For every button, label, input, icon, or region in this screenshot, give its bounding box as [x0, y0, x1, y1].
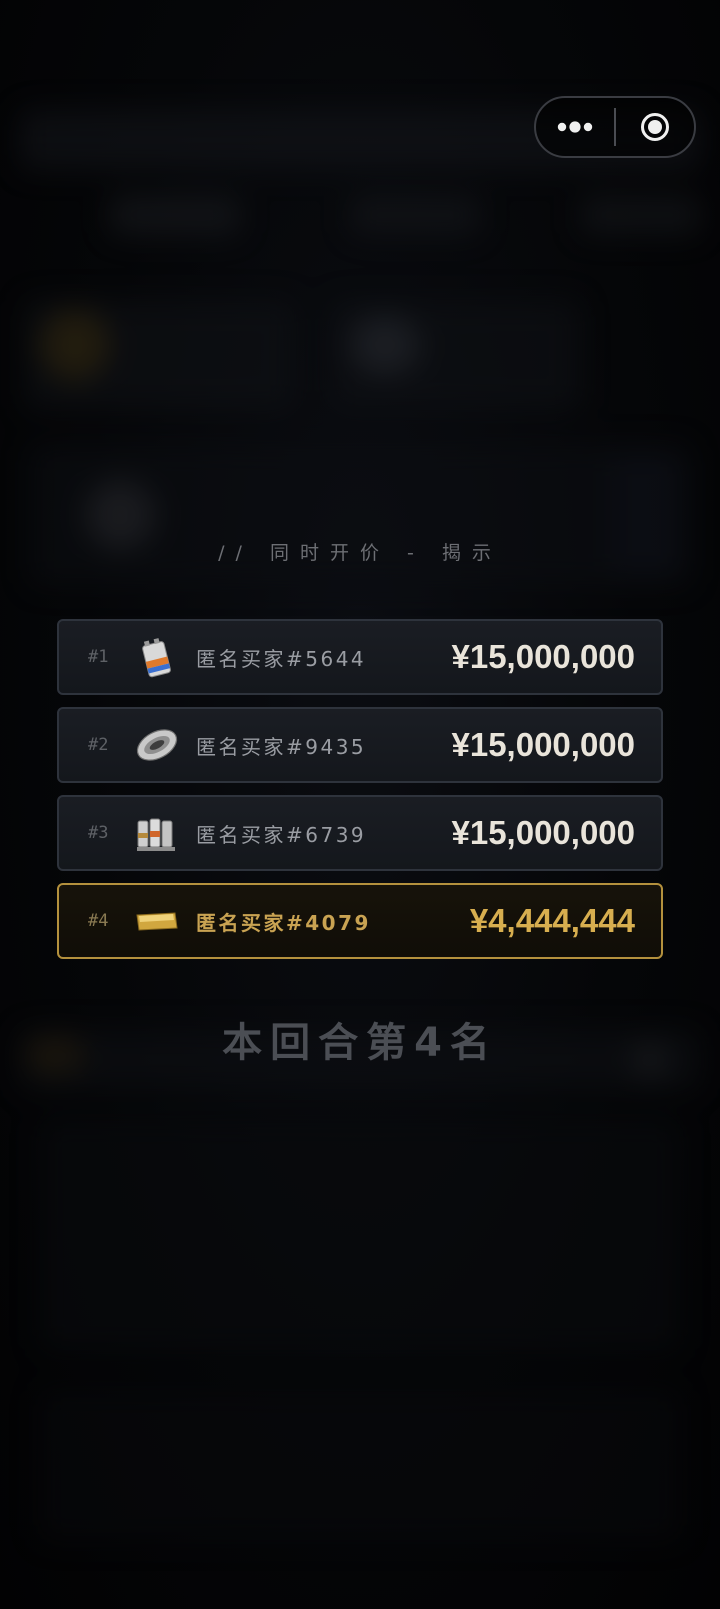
- rank-number: #1: [88, 647, 109, 667]
- bid-row: #3 匿名买家#6739 ¥15,000,000: [57, 795, 663, 871]
- buyer-name: 匿名买家#4079: [196, 910, 371, 935]
- metal-plate-icon: [136, 729, 178, 761]
- bid-price: ¥4,444,444: [469, 902, 635, 939]
- auction-reveal-screen: // 同时开价 - 揭示 #1 匿名买家#5644 ¥15,000,000 #2…: [0, 0, 720, 1609]
- bid-row-player: #4 匿名买家#4079 ¥4,444,444: [57, 883, 663, 959]
- bid-row: #1 匿名买家#5644 ¥15,000,000: [57, 619, 663, 695]
- rank-number: #3: [88, 823, 109, 843]
- close-button[interactable]: [616, 98, 694, 156]
- rank-number: #4: [88, 911, 109, 931]
- reveal-title: // 同时开价 - 揭示: [218, 542, 502, 564]
- canisters-icon: [137, 818, 175, 851]
- bid-price: ¥15,000,000: [451, 726, 635, 763]
- mini-program-capsule: [534, 96, 696, 158]
- buyer-name: 匿名买家#5644: [196, 646, 367, 671]
- bid-price: ¥15,000,000: [451, 638, 635, 675]
- bid-row: #2 匿名买家#9435 ¥15,000,000: [57, 707, 663, 783]
- target-circle-icon: [641, 113, 669, 141]
- buyer-name: 匿名买家#6739: [196, 822, 367, 847]
- buyer-name: 匿名买家#9435: [196, 734, 367, 759]
- more-dots-icon: [557, 121, 593, 133]
- more-button[interactable]: [536, 98, 614, 156]
- bid-price: ¥15,000,000: [451, 814, 635, 851]
- gold-bar-icon: [136, 912, 178, 931]
- battery-icon: [142, 638, 171, 678]
- round-rank-result: 本回合第4名: [222, 1020, 498, 1066]
- rank-number: #2: [88, 735, 109, 755]
